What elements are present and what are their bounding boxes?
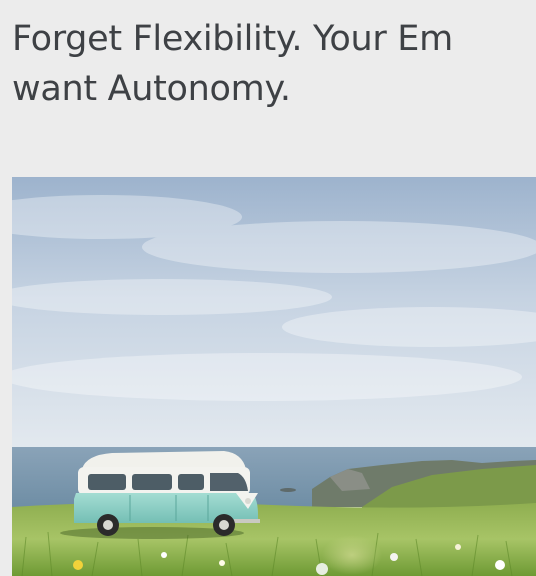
sea-rock: [280, 488, 296, 492]
headline-line-1: Forget Flexibility. Your Em: [12, 19, 453, 59]
foreground-blur: [322, 535, 382, 575]
article-headline[interactable]: Forget Flexibility. Your Em want Autonom…: [12, 14, 536, 114]
headline-line-2: want Autonomy.: [12, 69, 291, 109]
hero-image[interactable]: [12, 177, 536, 576]
page: Forget Flexibility. Your Em want Autonom…: [0, 0, 536, 576]
